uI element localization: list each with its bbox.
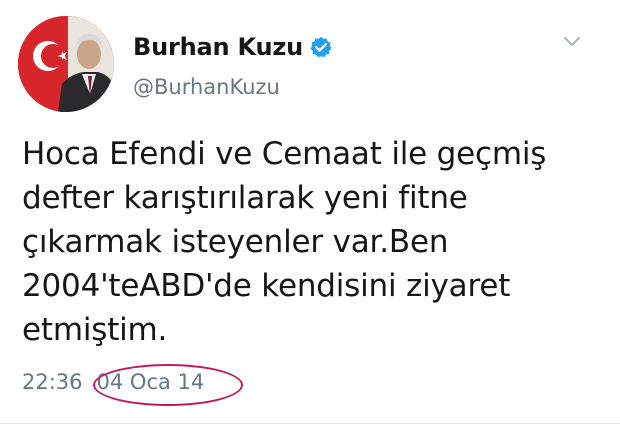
tweet-text: Hoca Efendi ve Cemaat ile geçmiş defter …	[22, 136, 547, 348]
avatar[interactable]	[18, 16, 114, 112]
tweet-time: 22:36	[22, 370, 83, 394]
tweet-card: Burhan Kuzu @BurhanKuzu Hoca Efendi ve C…	[0, 0, 620, 427]
divider	[0, 423, 620, 424]
profile-photo-icon	[18, 16, 114, 112]
author-name-row: Burhan Kuzu	[133, 32, 332, 62]
verified-badge-icon	[310, 36, 332, 58]
author-handle[interactable]: @BurhanKuzu	[133, 75, 280, 99]
chevron-down-icon[interactable]	[562, 34, 582, 48]
tweet-timestamp[interactable]: 22:36 04 Oca 14	[22, 370, 204, 394]
author-display-name[interactable]: Burhan Kuzu	[133, 33, 303, 61]
tweet-date: 04 Oca 14	[96, 370, 205, 394]
